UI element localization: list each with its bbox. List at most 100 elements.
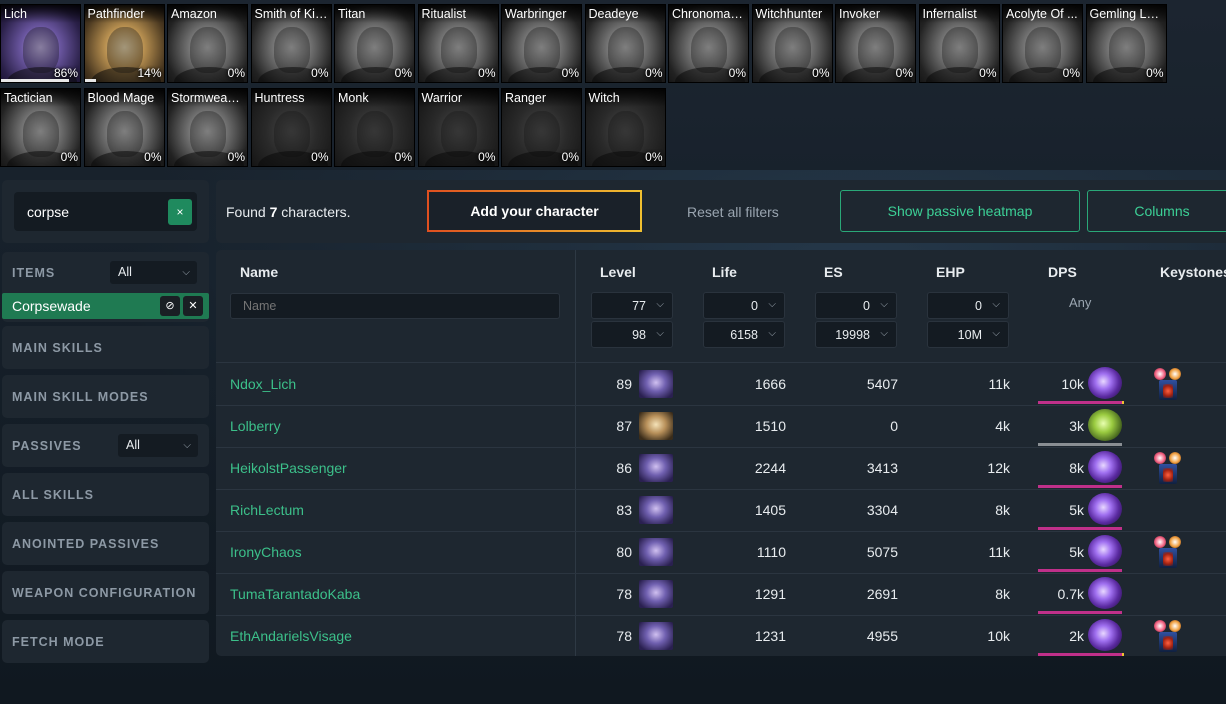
keystone-icon[interactable]: [1151, 534, 1185, 570]
main-skill-modes-label: MAIN SKILL MODES: [12, 390, 149, 404]
columns-button[interactable]: Columns: [1087, 190, 1226, 232]
class-tile[interactable]: Blood Mage 0%: [83, 88, 165, 167]
table-row[interactable]: IronyChaos 80 1110 5075 11k 5k: [216, 531, 1226, 573]
character-name-link[interactable]: Ndox_Lich: [230, 376, 296, 392]
skill-gem-icon[interactable]: [1088, 493, 1122, 525]
es-min-select[interactable]: 0 ⌵: [815, 292, 897, 319]
skill-gem-icon[interactable]: [1088, 409, 1122, 441]
header-es[interactable]: ES: [824, 264, 843, 280]
table-row[interactable]: Lolberry 87 1510 0 4k 3k: [216, 405, 1226, 447]
header-ehp[interactable]: EHP: [936, 264, 965, 280]
dps-bar: [1038, 653, 1124, 656]
chevron-down-icon: ⌵: [768, 328, 776, 339]
level-max-select[interactable]: 98 ⌵: [591, 321, 673, 348]
keystone-icon[interactable]: [1151, 450, 1185, 486]
ehp-min-select[interactable]: 0 ⌵: [927, 292, 1009, 319]
header-level[interactable]: Level: [600, 264, 636, 280]
weapon-configuration-filter[interactable]: WEAPON CONFIGURATION: [2, 571, 209, 614]
class-tile[interactable]: Pathfinder 14%: [83, 4, 165, 83]
character-name-link[interactable]: HeikolstPassenger: [230, 460, 347, 476]
chevron-down-icon: ⌵: [656, 299, 664, 310]
life-cell: 1110: [756, 544, 786, 560]
passive-heatmap-button[interactable]: Show passive heatmap: [840, 190, 1080, 232]
items-select[interactable]: All ⌵: [110, 261, 197, 284]
character-name-link[interactable]: Lolberry: [230, 418, 281, 434]
keystone-icon[interactable]: [1151, 366, 1185, 402]
skill-gem-icon[interactable]: [1088, 451, 1122, 483]
class-tile[interactable]: Chronoman... 0%: [668, 4, 749, 83]
character-name-link[interactable]: EthAndarielsVisage: [230, 628, 352, 644]
remove-tag-icon[interactable]: ✕: [183, 296, 203, 316]
level-cell: 89: [616, 376, 632, 392]
class-tile[interactable]: Monk 0%: [334, 88, 415, 167]
class-tile[interactable]: Infernalist 0%: [918, 4, 1000, 83]
class-tile[interactable]: Witchhunter 0%: [751, 4, 833, 83]
class-tile[interactable]: Huntress 0%: [250, 88, 332, 167]
skill-gem-icon[interactable]: [1088, 577, 1122, 609]
character-name-link[interactable]: IronyChaos: [230, 544, 302, 560]
class-share-bar: [1, 79, 69, 82]
class-name: Deadeye: [585, 5, 665, 23]
level-cell: 80: [616, 544, 632, 560]
class-tile[interactable]: Amazon 0%: [167, 4, 248, 83]
es-cell: 2691: [866, 586, 898, 602]
table-row[interactable]: RichLectum 83 1405 3304 8k 5k: [216, 489, 1226, 531]
es-max-select[interactable]: 19998 ⌵: [815, 321, 897, 348]
class-tile[interactable]: Warrior 0%: [417, 88, 499, 167]
main-skill-modes-filter[interactable]: MAIN SKILL MODES: [2, 375, 209, 418]
table-row[interactable]: EthAndarielsVisage 78 1231 4955 10k 2k: [216, 615, 1226, 656]
class-percent: 0%: [311, 66, 329, 80]
dps-cell: 5k: [1069, 502, 1084, 518]
class-tile[interactable]: Smith of Kit... 0%: [250, 4, 332, 83]
exclude-icon[interactable]: ⊘: [160, 296, 180, 316]
class-name: Warrior: [418, 89, 498, 107]
anointed-passives-label: ANOINTED PASSIVES: [12, 537, 160, 551]
character-name-link[interactable]: RichLectum: [230, 502, 304, 518]
table-row[interactable]: Ndox_Lich 89 1666 5407 11k 10k: [216, 363, 1226, 405]
anointed-passives-filter[interactable]: ANOINTED PASSIVES: [2, 522, 209, 565]
class-tile[interactable]: Tactician 0%: [0, 88, 81, 167]
name-filter-input[interactable]: [230, 293, 560, 319]
add-character-button[interactable]: Add your character: [427, 190, 642, 232]
ehp-max-select[interactable]: 10M ⌵: [927, 321, 1009, 348]
class-tile[interactable]: Invoker 0%: [835, 4, 916, 83]
class-tile[interactable]: Ranger 0%: [501, 88, 582, 167]
table-row[interactable]: HeikolstPassenger 86 2244 3413 12k 8k: [216, 447, 1226, 489]
class-tile[interactable]: Warbringer 0%: [501, 4, 582, 83]
keystone-icon[interactable]: [1151, 618, 1185, 654]
header-life[interactable]: Life: [712, 264, 737, 280]
class-tile[interactable]: Gemling Le... 0%: [1085, 4, 1167, 83]
class-name: Chronoman...: [669, 5, 748, 23]
skill-gem-icon[interactable]: [1088, 619, 1122, 651]
header-name[interactable]: Name: [240, 264, 278, 280]
es-cell: 5407: [866, 376, 898, 392]
reset-filters-button[interactable]: Reset all filters: [687, 204, 779, 220]
skill-gem-icon[interactable]: [1088, 367, 1122, 399]
table-row[interactable]: TumaTarantadoKaba 78 1291 2691 8k 0.7k: [216, 573, 1226, 615]
character-name-link[interactable]: TumaTarantadoKaba: [230, 586, 360, 602]
life-min-select[interactable]: 0 ⌵: [703, 292, 785, 319]
class-tile[interactable]: Titan 0%: [334, 4, 415, 83]
class-tile[interactable]: Deadeye 0%: [584, 4, 666, 83]
class-tile[interactable]: Ritualist 0%: [417, 4, 499, 83]
header-keystones[interactable]: Keystones: [1160, 264, 1226, 280]
header-dps[interactable]: DPS: [1048, 264, 1077, 280]
level-cell: 86: [616, 460, 632, 476]
life-max-select[interactable]: 6158 ⌵: [703, 321, 785, 348]
dps-filter[interactable]: Any: [1069, 295, 1091, 310]
class-tile[interactable]: Acolyte Of ... 0%: [1002, 4, 1083, 83]
class-name: Warbringer: [502, 5, 581, 23]
clear-search-button[interactable]: ×: [168, 199, 192, 225]
class-percent: 86%: [53, 66, 78, 80]
skill-gem-icon[interactable]: [1088, 535, 1122, 567]
class-tile[interactable]: Lich 86%: [0, 4, 81, 83]
main-skills-filter[interactable]: MAIN SKILLS: [2, 326, 209, 369]
ehp-cell: 11k: [988, 376, 1010, 392]
fetch-mode-filter[interactable]: FETCH MODE: [2, 620, 209, 663]
level-min-select[interactable]: 77 ⌵: [591, 292, 673, 319]
class-tile[interactable]: Stormweaver 0%: [167, 88, 248, 167]
all-skills-filter[interactable]: ALL SKILLS: [2, 473, 209, 516]
ehp-cell: 12k: [987, 460, 1010, 476]
passives-select[interactable]: All ⌵: [118, 434, 198, 457]
class-tile[interactable]: Witch 0%: [584, 88, 666, 167]
